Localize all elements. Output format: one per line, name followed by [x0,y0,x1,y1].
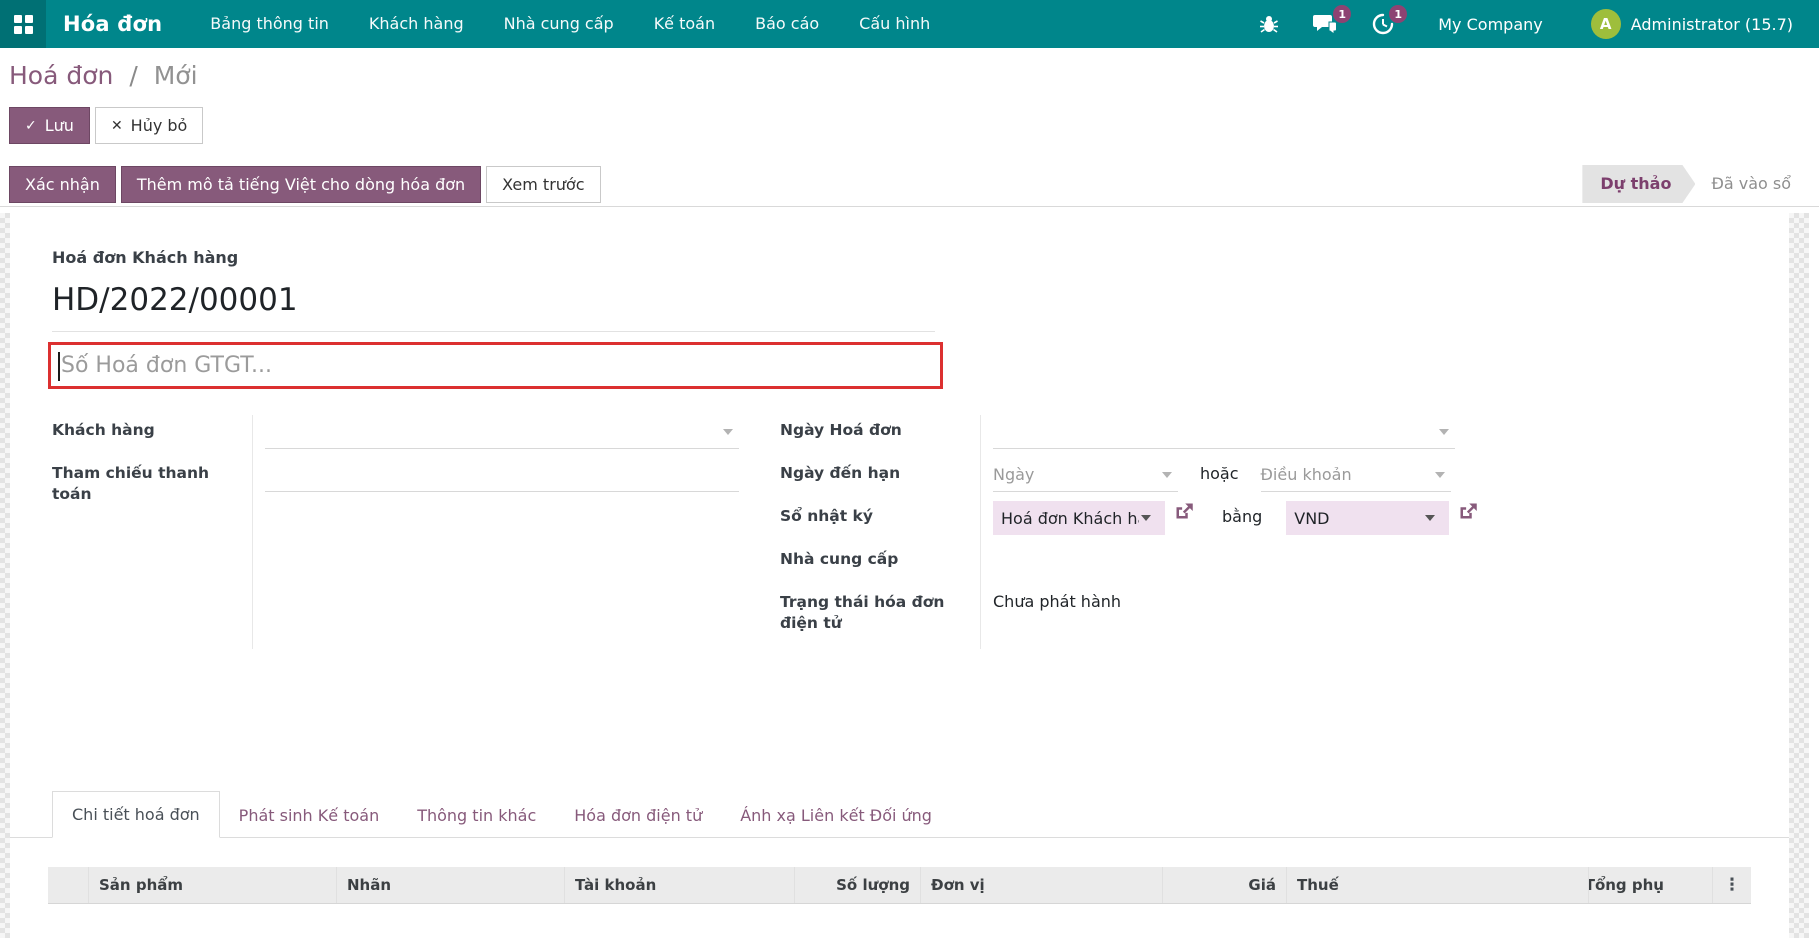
currency-field[interactable]: VND [1286,501,1450,535]
messages-icon[interactable]: 1 [1313,5,1352,35]
check-icon: ✓ [25,117,37,134]
column-label: Nhãn [336,867,564,903]
column-unit: Đơn vị [920,867,1162,903]
empty-line-row[interactable] [48,904,1751,931]
column-quantity: Số lượng [794,867,920,903]
user-avatar: A [1590,9,1621,39]
chevron-down-icon [1439,428,1449,435]
apps-grid-icon [13,14,33,34]
invoice-lines-table: Sản phẩm Nhãn Tài khoản Số lượng Đơn vị … [48,867,1751,931]
column-product: Sản phẩm [88,867,336,903]
discard-button[interactable]: ✕ Hủy bỏ [94,107,204,144]
currency-external-link-icon[interactable] [1458,501,1478,521]
form-fields: Khách hàng Tham chiếu thanh toán Ngày Ho… [52,415,1789,649]
document-type-label: Hoá đơn Khách hàng [52,248,239,267]
journal-value: Hoá đơn Khách hàng [1001,508,1139,528]
einvoice-status-value: Chưa phát hành [993,592,1122,611]
menu-vendors[interactable]: Nhà cung cấp [484,0,634,48]
column-account: Tài khoản [564,867,794,903]
journal-field[interactable]: Hoá đơn Khách hàng [993,501,1165,535]
payment-ref-label: Tham chiếu thanh toán [52,464,210,503]
debug-bug-icon[interactable] [1259,14,1279,34]
tab-counterpart-mapping[interactable]: Ánh xạ Liên kết Đối ứng [721,793,951,838]
in-currency-text: bằng [1222,507,1263,526]
customer-label: Khách hàng [52,421,155,439]
action-statusbar-row: Xác nhận Thêm mô tả tiếng Việt cho dòng … [0,165,1819,207]
invoice-number-heading: HD/2022/00001 [52,282,935,332]
chevron-down-icon [1425,515,1436,521]
company-switcher[interactable]: My Company [1438,15,1542,34]
chevron-down-icon [723,428,733,435]
optional-columns-kebab-icon[interactable]: ⋮ [1712,867,1751,903]
journal-label: Sổ nhật ký [780,507,873,525]
app-brand[interactable]: Hóa đơn [46,12,190,36]
supplier-field[interactable] [993,544,1540,587]
breadcrumb-current: Mới [153,61,198,90]
menu-dashboard[interactable]: Bảng thông tin [190,0,349,48]
save-discard-row: ✓ Lưu ✕ Hủy bỏ [9,107,1819,144]
breadcrumb-invoices-link[interactable]: Hoá đơn [9,61,113,90]
text-cursor [58,352,60,381]
user-menu[interactable]: A Administrator (15.7) [1590,9,1793,39]
column-tax: Thuế [1286,867,1588,903]
currency-value: VND [1294,508,1330,528]
user-name: Administrator (15.7) [1630,14,1793,34]
einvoice-status-label: Trạng thái hóa đơn điện tử [780,593,945,632]
due-date-placeholder: Ngày [993,465,1035,484]
invoice-date-label: Ngày Hoá đơn [780,421,902,439]
breadcrumb-separator: / [129,61,138,90]
breadcrumb: Hoá đơn / Mới [9,61,1819,90]
terms-placeholder: Điều khoản [1260,465,1352,484]
notebook-tabs: Chi tiết hoá đơn Phát sinh Kế toán Thông… [10,791,1789,838]
chevron-down-icon [1434,471,1445,478]
column-price: Giá [1162,867,1286,903]
drag-handle-column [48,867,88,903]
vat-invoice-number-input[interactable] [51,345,940,386]
invoice-form-sheet: Hoá đơn Khách hàng HD/2022/00001 Khách h… [10,213,1789,938]
journal-external-link-icon[interactable] [1174,501,1194,521]
status-draft[interactable]: Dự thảo [1582,165,1695,203]
menu-accounting[interactable]: Kế toán [634,0,735,48]
messages-badge: 1 [1333,5,1352,23]
statusbar: Dự thảo Đã vào sổ [1582,165,1807,203]
chevron-down-icon [1162,471,1172,478]
tab-journal-items[interactable]: Phát sinh Kế toán [220,793,399,838]
column-subtotal: Tổng phụ [1588,867,1712,903]
confirm-button[interactable]: Xác nhận [9,165,116,203]
activities-badge: 1 [1389,5,1408,23]
due-date-label: Ngày đến hạn [780,464,901,482]
sheet-left-margin [0,213,10,938]
or-text: hoặc [1200,464,1239,483]
supplier-label: Nhà cung cấp [780,550,899,568]
save-button[interactable]: ✓ Lưu [9,107,90,144]
due-date-field[interactable]: Ngày [993,458,1178,492]
control-panel: Hoá đơn / Mới ✓ Lưu ✕ Hủy bỏ Xác nhận Th… [0,48,1819,207]
menu-customers[interactable]: Khách hàng [349,0,484,48]
add-vietnamese-description-button[interactable]: Thêm mô tả tiếng Việt cho dòng hóa đơn [120,165,482,203]
activities-clock-icon[interactable]: 1 [1372,5,1408,35]
top-navbar: Hóa đơn Bảng thông tin Khách hàng Nhà cu… [0,0,1819,48]
payment-terms-field[interactable]: Điều khoản [1260,458,1451,492]
lines-table-header: Sản phẩm Nhãn Tài khoản Số lượng Đơn vị … [48,867,1751,904]
preview-button[interactable]: Xem trước [486,165,601,203]
tab-other-info[interactable]: Thông tin khác [398,793,555,838]
tab-invoice-lines[interactable]: Chi tiết hoá đơn [52,791,220,838]
systray: 1 1 My Company A Administrator (15.7) [1225,5,1819,39]
status-posted[interactable]: Đã vào sổ [1695,165,1807,203]
apps-menu-button[interactable] [0,0,46,48]
cross-icon: ✕ [110,117,123,134]
vat-invoice-number-field[interactable] [48,342,943,389]
tab-einvoice[interactable]: Hóa đơn điện tử [555,793,721,838]
payment-ref-field[interactable] [265,458,739,492]
scrollbar-track[interactable] [1789,213,1809,938]
menu-configuration[interactable]: Cấu hình [839,0,950,48]
chevron-down-icon [1141,515,1151,521]
menu-reports[interactable]: Báo cáo [735,0,839,48]
customer-field[interactable] [265,415,739,449]
invoice-date-field[interactable] [993,415,1455,449]
